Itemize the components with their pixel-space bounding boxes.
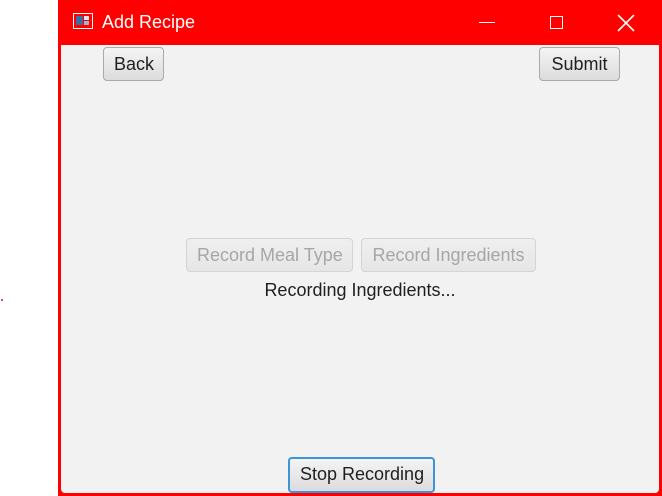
desktop-artifact [1,299,3,301]
desktop-background [0,0,58,496]
maximize-button[interactable] [533,0,579,45]
minimize-icon [479,21,495,24]
maximize-icon [549,16,563,29]
minimize-button[interactable] [464,0,510,45]
close-button[interactable] [603,0,649,45]
record-meal-type-button[interactable]: Record Meal Type [186,238,353,272]
recording-status: Recording Ingredients... [264,280,456,300]
add-recipe-window: Add Recipe Back Submit Record Meal Type … [58,0,662,496]
title-bar[interactable]: Add Recipe [58,0,662,45]
app-window-icon [73,13,93,29]
record-ingredients-button[interactable]: Record Ingredients [361,238,536,272]
back-button[interactable]: Back [103,47,164,81]
stop-recording-button[interactable]: Stop Recording [288,457,435,493]
window-title: Add Recipe [102,12,196,32]
window-content: Back Submit Record Meal Type Record Ingr… [61,45,659,493]
close-icon [617,13,635,32]
submit-button[interactable]: Submit [539,47,620,81]
